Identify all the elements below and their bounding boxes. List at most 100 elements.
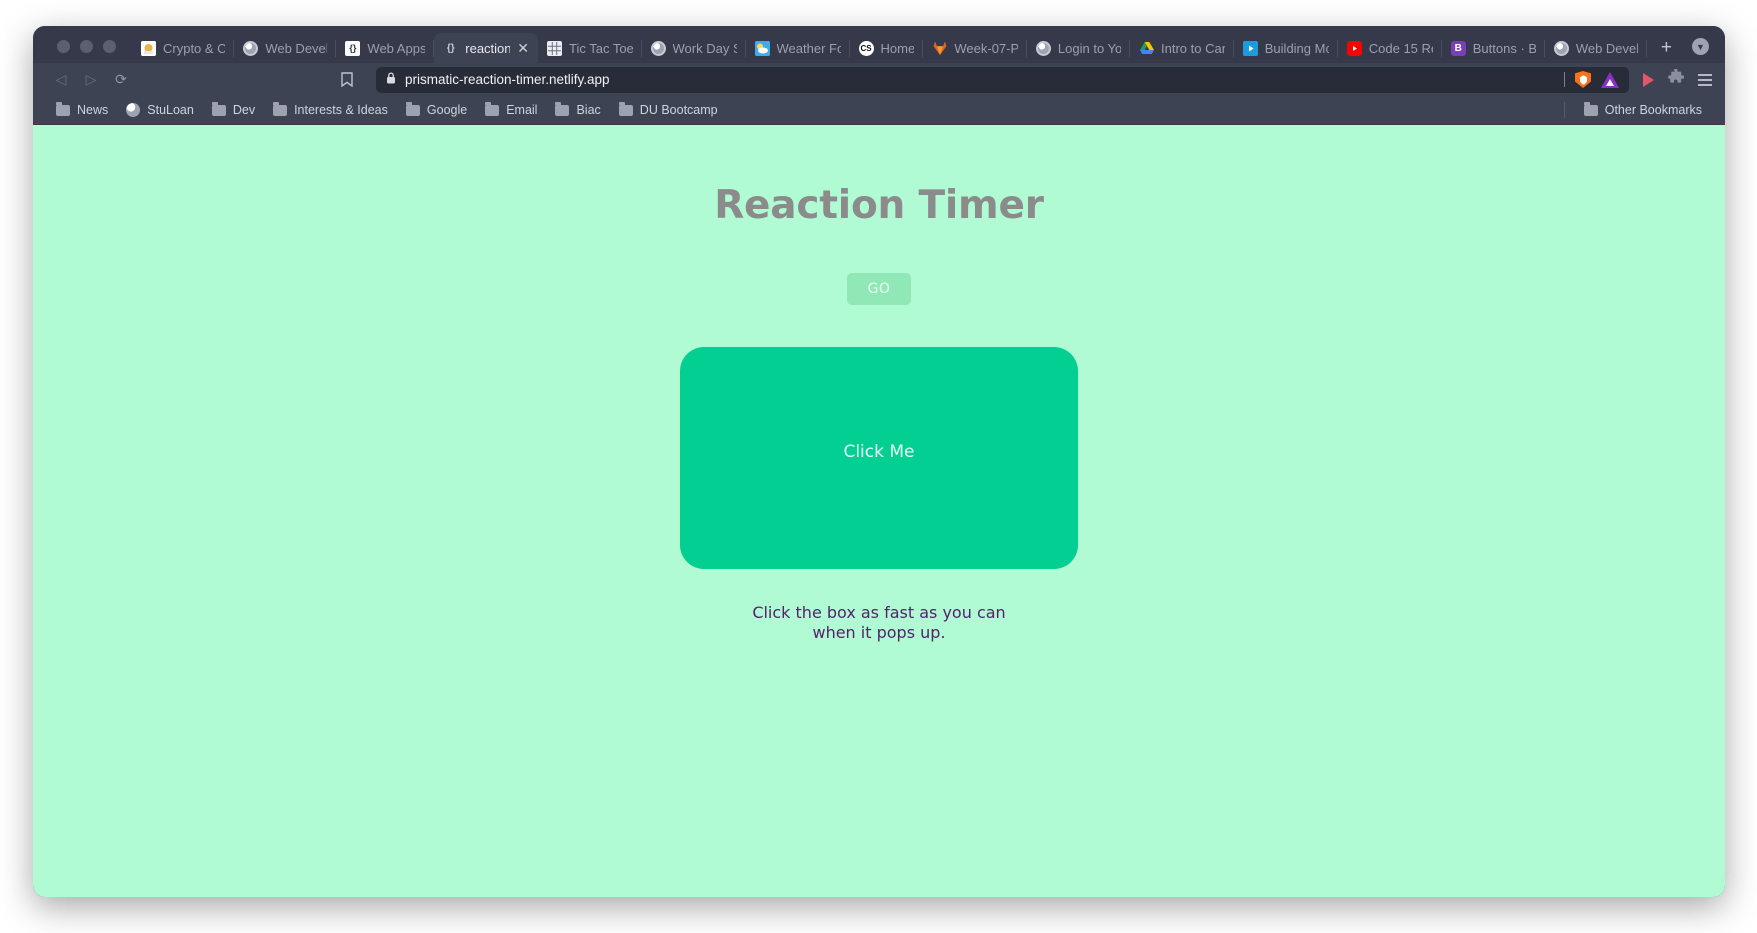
browser-tab[interactable]: Web Devel (1545, 33, 1647, 63)
browser-tab-active[interactable]: {} reaction ✕ (434, 33, 538, 63)
instructions-line-2: when it pops up. (812, 623, 946, 643)
browser-tab[interactable]: Weather Fo (746, 33, 850, 63)
folder-icon (555, 101, 570, 116)
page-title: Reaction Timer (714, 183, 1044, 228)
address-bar-actions (1564, 71, 1619, 88)
browser-tab[interactable]: {} Web Apps (336, 33, 435, 63)
brave-shields-icon[interactable] (1575, 71, 1591, 88)
close-tab-icon[interactable]: ✕ (517, 41, 529, 55)
bookmark-item[interactable]: Biac (546, 101, 609, 117)
bookmark-item[interactable]: Interests & Ideas (264, 101, 397, 117)
url-text[interactable]: prismatic-reaction-timer.netlify.app (405, 72, 1555, 87)
instructions-text: Click the box as fast as you can when it… (33, 603, 1725, 644)
tab-search-chevron-down-icon[interactable]: ▼ (1692, 38, 1709, 55)
go-button[interactable]: GO (847, 273, 911, 305)
folder-icon (405, 101, 420, 116)
browser-tab[interactable]: Work Day S (642, 33, 746, 63)
browser-tab[interactable]: Web Devel (234, 33, 337, 63)
close-window-button[interactable] (57, 40, 70, 53)
maximize-window-button[interactable] (103, 40, 116, 53)
tab-label: reaction (465, 40, 511, 56)
extensions-puzzle-icon[interactable] (1668, 68, 1685, 90)
folder-icon (618, 101, 633, 116)
tab-label: Buttons · B (1472, 40, 1536, 56)
globe-favicon-icon (1553, 40, 1569, 56)
cloud-favicon-icon (754, 40, 770, 56)
browser-tab[interactable]: Code 15 Re (1338, 33, 1442, 63)
bookmark-label: Dev (232, 103, 256, 117)
bookmark-item[interactable]: DU Bootcamp (610, 101, 727, 117)
code-braces-favicon-icon: {} (345, 40, 361, 56)
bookmark-label: StuLoan (147, 103, 194, 117)
tab-strip-actions: ▼ (1686, 38, 1725, 63)
gitlab-favicon-icon (932, 41, 947, 56)
bookmark-item[interactable]: Google (397, 101, 476, 117)
tab-label: Web Apps (367, 40, 426, 56)
video-favicon-icon (1242, 40, 1258, 56)
bookmark-label: DU Bootcamp (639, 103, 718, 117)
google-drive-favicon-icon (1139, 41, 1154, 56)
bitwarden-favicon-icon: B (1450, 40, 1466, 56)
bookmark-page-icon[interactable] (330, 67, 364, 93)
divider (1564, 72, 1565, 87)
bookmark-label: Interests & Ideas (294, 103, 388, 117)
minimize-window-button[interactable] (80, 40, 93, 53)
reload-button[interactable]: ⟳ (106, 67, 136, 93)
tab-label: Tic Tac Toe (568, 40, 633, 56)
folder-icon (485, 101, 500, 116)
cs-favicon-icon: CS (858, 40, 874, 56)
globe-favicon-icon (650, 40, 666, 56)
folder-icon (273, 101, 288, 116)
bookmarks-bar: News StuLoan Dev Interests & Ideas Googl… (33, 96, 1725, 125)
tab-label: Home (880, 40, 915, 56)
tab-strip: Crypto & C Web Devel {} Web Apps {} reac… (33, 26, 1725, 63)
tab-label: Web Devel (265, 40, 328, 56)
browser-tab[interactable]: Week-07-P (923, 33, 1027, 63)
youtube-favicon-icon (1346, 40, 1362, 56)
browser-tab[interactable]: Login to Yo (1027, 33, 1130, 63)
bookmark-label: News (77, 103, 109, 117)
browser-tab[interactable]: B Buttons · B (1442, 33, 1545, 63)
tab-label: Web Devel (1575, 40, 1638, 56)
browser-tab[interactable]: Tic Tac Toe (538, 33, 642, 63)
window-controls (47, 40, 132, 63)
bookmark-item[interactable]: Dev (203, 101, 264, 117)
other-bookmarks-button[interactable]: Other Bookmarks (1575, 101, 1711, 117)
globe-icon (126, 103, 141, 117)
browser-tab[interactable]: Building Mc (1234, 33, 1338, 63)
globe-favicon-icon (243, 40, 259, 56)
tab-label: Work Day S (672, 40, 737, 56)
address-bar[interactable]: prismatic-reaction-timer.netlify.app (376, 66, 1629, 93)
tab-label: Code 15 Re (1368, 40, 1433, 56)
tab-label: Building Mc (1264, 40, 1329, 56)
browser-tab[interactable]: CS Home (850, 33, 924, 63)
browser-tab[interactable]: Intro to Car (1130, 33, 1234, 63)
bookmark-label: Biac (576, 103, 601, 117)
browser-toolbar: ◁ ▷ ⟳ prismatic-reaction-timer.netlify.a… (33, 63, 1725, 96)
bookmark-item[interactable]: StuLoan (117, 103, 203, 117)
code-braces-favicon-icon: {} (446, 42, 455, 54)
folder-icon (56, 101, 70, 116)
tab-list: Crypto & C Web Devel {} Web Apps {} reac… (132, 26, 1686, 63)
browser-menu-icon[interactable] (1698, 73, 1712, 86)
click-me-box[interactable]: Click Me (680, 347, 1078, 569)
browser-tab[interactable]: Crypto & C (132, 33, 235, 63)
new-tab-button[interactable]: + (1647, 38, 1686, 63)
tab-label: Intro to Car (1161, 40, 1225, 56)
other-bookmarks-label: Other Bookmarks (1604, 103, 1702, 117)
bookmark-item[interactable]: News (47, 101, 117, 117)
bookmark-item[interactable]: Email (476, 101, 546, 117)
back-button[interactable]: ◁ (46, 67, 76, 93)
globe-favicon-icon (1035, 40, 1051, 56)
other-bookmarks-area: Other Bookmarks (1563, 101, 1711, 118)
tab-label: Crypto & C (163, 40, 226, 56)
brave-rewards-icon[interactable] (1601, 71, 1619, 88)
tab-label: Weather Fo (776, 40, 841, 56)
grid-favicon-icon (546, 40, 562, 56)
forward-button[interactable]: ▷ (76, 67, 106, 93)
instructions-line-1: Click the box as fast as you can (752, 603, 1006, 622)
tab-label: Week-07-P (954, 40, 1018, 56)
pocket-icon[interactable] (1643, 72, 1654, 87)
folder-icon (1583, 101, 1598, 116)
image-favicon-icon (141, 40, 156, 56)
